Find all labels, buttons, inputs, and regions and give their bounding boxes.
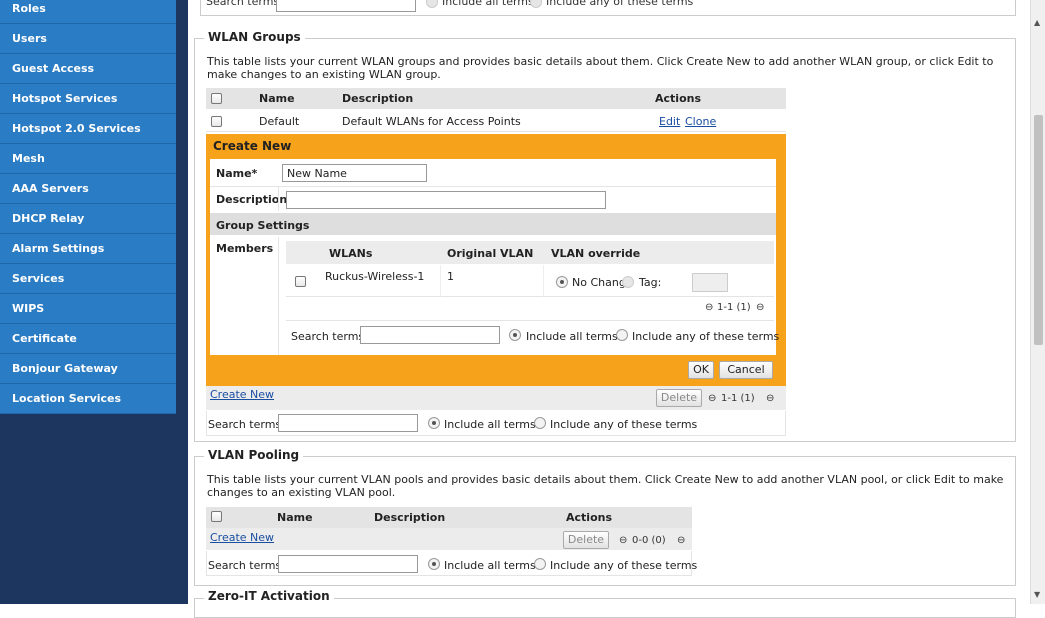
wlan-groups-include-all-label: Include all terms: [444, 418, 536, 431]
vlan-pooling-include-any-radio[interactable]: [534, 558, 546, 570]
members-label: Members: [216, 242, 274, 255]
main-content: Search terms Include all terms Include a…: [188, 0, 1030, 618]
sidebar-item-hotspot-20-services[interactable]: Hotspot 2.0 Services: [0, 114, 176, 144]
wlan-groups-pager: 1-1 (1): [721, 393, 755, 404]
wlan-groups-search-label: Search terms: [208, 418, 282, 431]
vlan-pooling-select-all-checkbox[interactable]: [211, 511, 222, 522]
vlan-pooling-description: This table lists your current VLAN pools…: [207, 473, 1004, 499]
name-label: Name*: [216, 167, 258, 180]
create-new-title: Create New: [213, 139, 292, 153]
wlan-groups-search-input[interactable]: [278, 414, 418, 432]
members-header-vlan-override: VLAN override: [551, 247, 641, 260]
members-search-label: Search terms: [291, 330, 365, 343]
vlan-pooling-header-actions: Actions: [566, 511, 612, 524]
vlan-pooling-pager: 0-0 (0): [632, 535, 666, 546]
wlan-groups-header-description: Description: [342, 92, 414, 105]
wlan-groups-description: This table lists your current WLAN group…: [207, 55, 994, 81]
wlan-groups-header-actions: Actions: [655, 92, 701, 105]
tag-label: Tag:: [639, 276, 662, 289]
wlan-groups-include-any-radio[interactable]: [534, 417, 546, 429]
member-wlan-name: Ruckus-Wireless-1: [325, 270, 425, 283]
sidebar-item-dhcp-relay[interactable]: DHCP Relay: [0, 204, 176, 234]
sidebar-item-location-services[interactable]: Location Services: [0, 384, 176, 414]
sidebar-item-mesh[interactable]: Mesh: [0, 144, 176, 174]
sidebar-item-hotspot-services[interactable]: Hotspot Services: [0, 84, 176, 114]
description-divider: [278, 187, 279, 211]
members-prev-icon[interactable]: ⊖: [705, 302, 713, 313]
vlan-pooling-delete-button[interactable]: Delete: [563, 531, 609, 549]
description-label: Description: [216, 193, 288, 206]
scroll-down-icon[interactable]: ▼: [1034, 590, 1040, 599]
vertical-scrollbar[interactable]: ▲ ▼: [1030, 0, 1045, 604]
members-next-icon[interactable]: ⊖: [756, 302, 764, 313]
scroll-thumb[interactable]: [1034, 115, 1043, 345]
wlan-groups-delete-button[interactable]: Delete: [656, 389, 702, 407]
sidebar-item-guest-access[interactable]: Guest Access: [0, 54, 176, 84]
wlan-groups-next-icon[interactable]: ⊖: [766, 393, 774, 404]
members-include-all-label: Include all terms: [526, 330, 618, 343]
wlan-group-row-checkbox[interactable]: [211, 116, 222, 127]
member-wlan-checkbox[interactable]: [295, 276, 306, 287]
scroll-up-icon[interactable]: ▲: [1034, 18, 1040, 27]
members-include-any-label: Include any of these terms: [632, 330, 780, 343]
wlan-group-clone-link[interactable]: Clone: [685, 115, 716, 128]
wlan-groups-header-name: Name: [259, 92, 295, 105]
no-change-radio[interactable]: [556, 276, 568, 288]
members-header-original-vlan: Original VLAN: [447, 247, 534, 260]
vlan-pooling-header-name: Name: [277, 511, 313, 524]
sidebar-item-alarm-settings[interactable]: Alarm Settings: [0, 234, 176, 264]
tag-input[interactable]: [692, 273, 728, 292]
vlan-pooling-search-label: Search terms: [208, 559, 282, 572]
vlan-pooling-header-description: Description: [374, 511, 446, 524]
wlan-groups-title: WLAN Groups: [204, 30, 305, 44]
sidebar-item-users[interactable]: Users: [0, 24, 176, 54]
vlan-pooling-search-input[interactable]: [278, 555, 418, 573]
vlan-pooling-title: VLAN Pooling: [204, 448, 304, 462]
members-search-divider: [286, 320, 774, 321]
members-pager: 1-1 (1): [717, 302, 751, 313]
sidebar-item-aaa-servers[interactable]: AAA Servers: [0, 174, 176, 204]
vlan-pooling-next-icon[interactable]: ⊖: [677, 535, 685, 546]
wlan-group-row-description: Default WLANs for Access Points: [342, 115, 521, 128]
vlan-pooling-include-all-label: Include all terms: [444, 559, 536, 572]
vlan-pooling-prev-icon[interactable]: ⊖: [619, 535, 627, 546]
sidebar-item-roles[interactable]: Roles: [0, 0, 176, 24]
vlan-pooling-include-any-label: Include any of these terms: [550, 559, 698, 572]
wlan-groups-include-any-label: Include any of these terms: [550, 418, 698, 431]
members-include-all-radio[interactable]: [509, 329, 521, 341]
wlan-groups-select-all-checkbox[interactable]: [211, 93, 222, 104]
cancel-button[interactable]: Cancel: [719, 361, 773, 379]
sidebar-item-bonjour-gateway[interactable]: Bonjour Gateway: [0, 354, 176, 384]
name-field[interactable]: [282, 164, 427, 182]
members-col-left-divider: [278, 237, 279, 355]
group-settings-title: Group Settings: [216, 219, 310, 232]
wlan-groups-prev-icon[interactable]: ⊖: [708, 393, 716, 404]
wlan-group-row-name: Default: [259, 115, 300, 128]
sidebar-item-certificate[interactable]: Certificate: [0, 324, 176, 354]
members-header-wlans: WLANs: [329, 247, 373, 260]
members-include-any-radio[interactable]: [616, 329, 628, 341]
members-col-divider: [440, 265, 441, 297]
top-search-label: Search terms: [206, 0, 280, 8]
top-include-all-label: Include all terms: [442, 0, 534, 8]
members-search-input[interactable]: [360, 326, 500, 344]
description-field[interactable]: [286, 191, 606, 209]
top-search-input[interactable]: [276, 0, 416, 12]
sidebar-item-wips[interactable]: WIPS: [0, 294, 176, 324]
members-col-divider: [543, 265, 544, 297]
member-original-vlan: 1: [447, 270, 454, 283]
sidebar-nav: Roles Users Guest Access Hotspot Services Ho…: [0, 0, 176, 604]
vlan-pooling-create-new-link[interactable]: Create New: [210, 531, 274, 544]
sidebar-item-services[interactable]: Services: [0, 264, 176, 294]
wlan-groups-include-all-radio[interactable]: [428, 417, 440, 429]
wlan-groups-create-new-link[interactable]: Create New: [210, 388, 274, 401]
ok-button[interactable]: OK: [688, 361, 714, 379]
vlan-pooling-include-all-radio[interactable]: [428, 558, 440, 570]
top-include-any-label: Include any of these terms: [546, 0, 694, 8]
tag-radio[interactable]: [622, 276, 634, 288]
zero-it-title: Zero-IT Activation: [204, 589, 334, 603]
wlan-group-edit-link[interactable]: Edit: [659, 115, 680, 128]
